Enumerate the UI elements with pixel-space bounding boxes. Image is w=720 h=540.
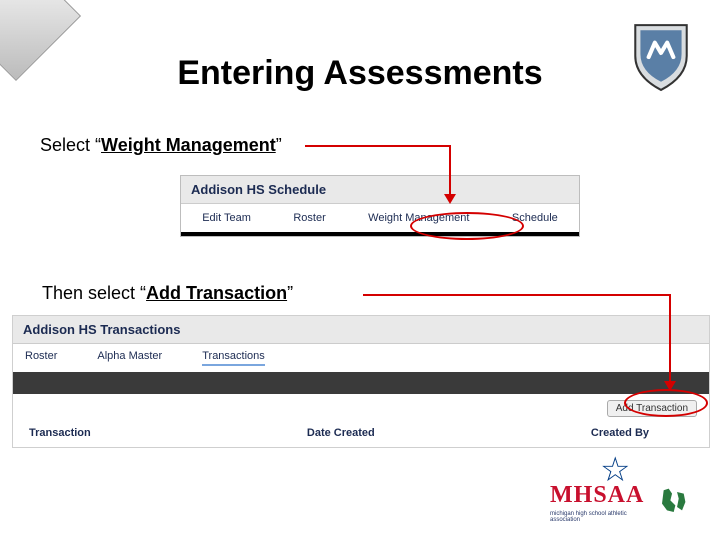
instr2-pre: Then select “ xyxy=(42,283,146,303)
callout-arrow-1 xyxy=(300,138,500,218)
col-created-by: Created By xyxy=(591,427,649,439)
mhsaa-logo-subtext: michigan high school athletic associatio… xyxy=(550,511,651,523)
mhsaa-logo: MHSAA michigan high school athletic asso… xyxy=(550,478,690,526)
instruction-2: Then select “Add Transaction” xyxy=(42,283,293,304)
instr1-post: ” xyxy=(276,135,282,155)
tab2-alpha-master[interactable]: Alpha Master xyxy=(97,350,162,366)
instr2-post: ” xyxy=(287,283,293,303)
mhsaa-logo-text: MHSAA xyxy=(550,482,651,509)
highlight-ellipse-add-transaction xyxy=(624,389,708,417)
michigan-icon xyxy=(657,484,690,520)
highlight-ellipse-weight-management xyxy=(410,212,524,240)
instruction-1: Select “Weight Management” xyxy=(40,135,282,156)
page-title: Entering Assessments xyxy=(0,54,720,93)
tab2-roster[interactable]: Roster xyxy=(25,350,57,366)
slide: Entering Assessments Select “Weight Mana… xyxy=(0,0,720,540)
col-transaction: Transaction xyxy=(29,427,91,439)
instr2-link: Add Transaction xyxy=(146,283,287,303)
tab2-transactions[interactable]: Transactions xyxy=(202,350,265,366)
col-date-created: Date Created xyxy=(307,427,375,439)
instr1-link: Weight Management xyxy=(101,135,276,155)
instr1-pre: Select “ xyxy=(40,135,101,155)
shot1-divider xyxy=(181,232,579,236)
callout-arrow-2 xyxy=(358,287,688,407)
tab-edit-team[interactable]: Edit Team xyxy=(202,212,251,224)
